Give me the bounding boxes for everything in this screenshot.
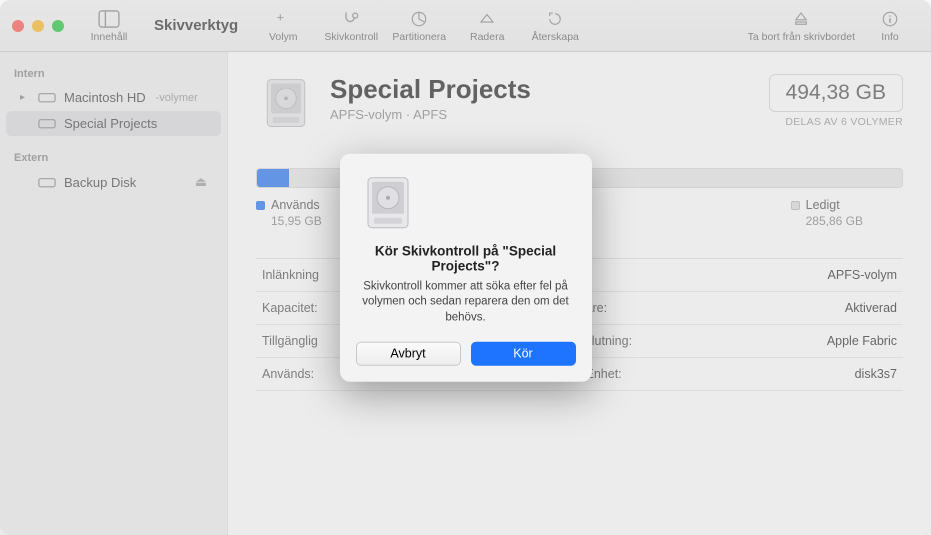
detail-value: APFS-volym [828,268,897,282]
erase-label: Radera [470,31,504,43]
titlebar: Innehåll Skivverktyg + Volym Skivkontrol… [0,0,931,52]
run-button[interactable]: Kör [471,342,576,366]
minimize-icon[interactable] [32,20,44,32]
app-title: Skivverktyg [154,17,238,34]
detail-value: Apple Fabric [827,334,897,348]
sidebar: Intern ▸ Macintosh HD -volymer Special Pr… [0,52,228,535]
sidebar-item-backup-disk[interactable]: Backup Disk ⏏ [6,169,221,195]
detail-key: Används: [262,367,314,381]
plus-minus-icon: + [272,9,294,29]
sidebar-icon [98,9,120,29]
detail-key: Kapacitet: [262,301,318,315]
free-swatch-icon [791,201,800,210]
close-icon[interactable] [12,20,24,32]
external-disk-icon [38,175,56,189]
usage-bar-used [257,169,289,187]
restore-button[interactable]: Återskapa [526,9,584,43]
chevron-right-icon: ▸ [20,92,30,103]
disk-icon [356,171,576,235]
sidebar-header-external: Extern [0,146,227,168]
used-value: 15,95 GB [271,214,322,228]
svg-text:+: + [277,10,285,25]
eject-icon [790,9,812,29]
info-button[interactable]: Info [861,9,919,43]
sidebar-toggle-label: Innehåll [91,31,128,43]
sidebar-item-label: Macintosh HD [64,90,146,105]
volume-name: Special Projects [330,74,531,105]
shared-label: DELAS AV 6 VOLYMER [769,116,903,128]
partition-button[interactable]: Partitionera [390,9,448,43]
zoom-icon[interactable] [52,20,64,32]
erase-button[interactable]: Radera [458,9,516,43]
capacity-box: 494,38 GB [769,74,903,112]
used-swatch-icon [256,201,265,210]
restore-icon [544,9,566,29]
volume-button[interactable]: + Volym [254,9,312,43]
disk-utility-window: Innehåll Skivverktyg + Volym Skivkontrol… [0,0,931,535]
sidebar-toggle-button[interactable]: Innehåll [80,9,138,43]
detail-key: Inlänkning [262,268,319,282]
window-controls [12,20,64,32]
dialog-body: Skivkontroll kommer att söka efter fel p… [356,279,576,326]
stethoscope-icon [340,9,362,29]
sidebar-item-suffix: -volymer [156,92,198,104]
info-label: Info [881,31,899,43]
volume-icon [38,91,56,105]
firstaid-button[interactable]: Skivkontroll [322,9,380,43]
info-icon [879,9,901,29]
partition-label: Partitionera [392,31,446,43]
sidebar-item-special-projects[interactable]: Special Projects [6,111,221,136]
sidebar-item-label: Backup Disk [64,175,136,190]
detail-value: disk3s7 [855,367,897,381]
restore-label: Återskapa [532,31,579,43]
cancel-button[interactable]: Avbryt [356,342,461,366]
free-label: Ledigt [806,198,840,212]
disk-icon [256,74,316,134]
erase-icon [476,9,498,29]
sidebar-header-internal: Intern [0,62,227,84]
volume-icon [38,117,56,131]
detail-key: slutning: [586,334,633,348]
unmount-button[interactable]: Ta bort från skrivbordet [748,9,855,43]
sidebar-item-macintosh-hd[interactable]: ▸ Macintosh HD -volymer [6,85,221,110]
dialog-title: Kör Skivkontroll på "Special Projects"? [356,243,576,273]
volume-label: Volym [269,31,298,43]
detail-value: Aktiverad [845,301,897,315]
firstaid-label: Skivkontroll [324,31,378,43]
pie-icon [408,9,430,29]
volume-header: Special Projects APFS-volym · APFS 494,3… [256,74,903,134]
used-label: Används [271,198,320,212]
detail-key: Tillgänglig [262,334,318,348]
unmount-label: Ta bort från skrivbordet [748,31,855,43]
free-value: 285,86 GB [806,214,863,228]
firstaid-dialog: Kör Skivkontroll på "Special Projects"? … [340,153,592,382]
sidebar-item-label: Special Projects [64,116,157,131]
eject-icon[interactable]: ⏏ [195,174,207,190]
volume-subtitle: APFS-volym · APFS [330,107,531,122]
